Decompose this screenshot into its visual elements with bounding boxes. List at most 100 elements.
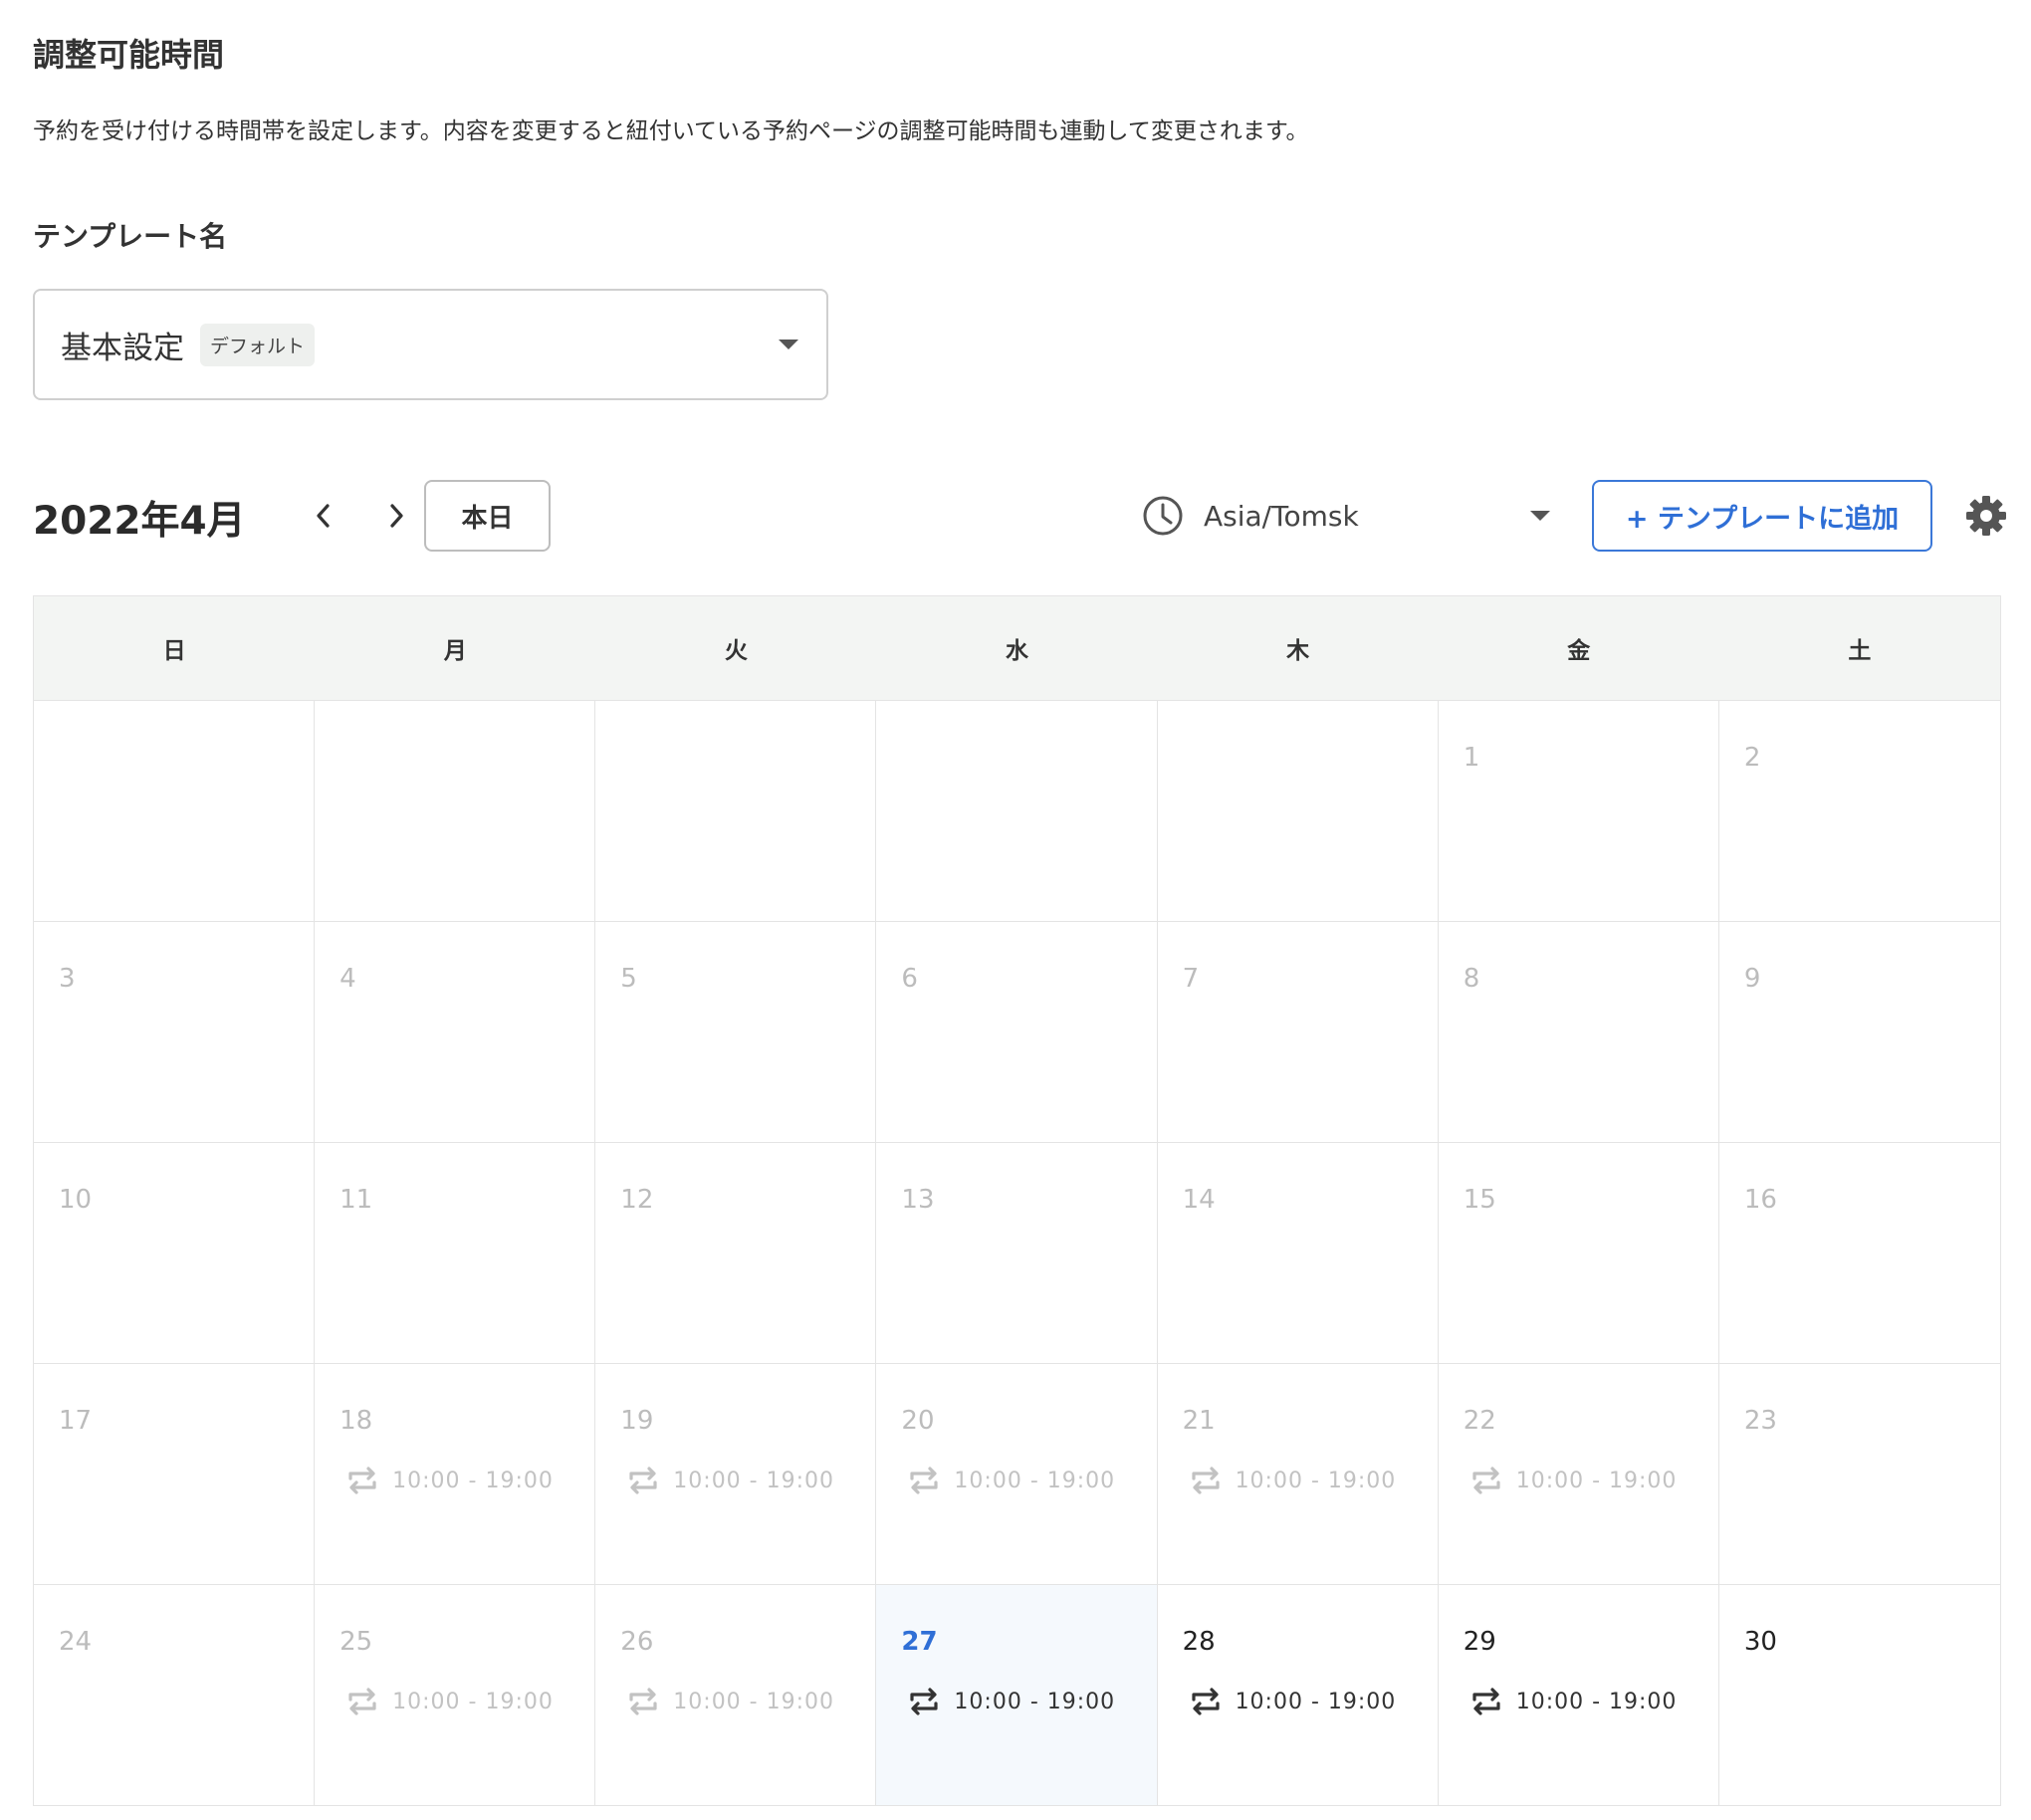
calendar-day-cell[interactable]: 21 10:00 - 19:00	[1158, 1364, 1439, 1584]
calendar-week-row: 24 25 10:00 - 19:00 26 10:00 - 19:00 27 10:…	[34, 1585, 2000, 1805]
calendar-week-row: 12	[34, 701, 2000, 922]
calendar-day-cell[interactable]: 5	[595, 922, 877, 1142]
day-number: 2	[1743, 743, 1761, 773]
weekday-sat: 土	[1848, 638, 1872, 664]
prev-month-button[interactable]	[304, 496, 343, 536]
weekday-tue: 火	[724, 638, 748, 664]
slot-time-range: 10:00 - 19:00	[673, 1468, 835, 1493]
repeat-icon	[1191, 1467, 1220, 1494]
day-number: 28	[1182, 1627, 1216, 1657]
calendar-day-cell[interactable]: 25 10:00 - 19:00	[315, 1585, 596, 1805]
calendar-week-row: 10 11 12 13 14 15 16	[34, 1143, 2000, 1364]
day-number: 18	[339, 1406, 373, 1436]
availability-slot[interactable]: 10:00 - 19:00	[344, 1684, 554, 1719]
chevron-right-icon	[390, 504, 403, 528]
template-select[interactable]: 基本設定 デフォルト	[33, 289, 828, 400]
day-number: 9	[1743, 964, 1761, 994]
day-number: 15	[1463, 1185, 1496, 1215]
calendar-day-cell[interactable]: 1	[1439, 701, 1719, 921]
calendar-day-cell[interactable]: 18 10:00 - 19:00	[315, 1364, 596, 1584]
calendar-day-cell[interactable]: 20 10:00 - 19:00	[876, 1364, 1158, 1584]
slot-time-range: 10:00 - 19:00	[954, 1689, 1116, 1714]
day-number: 23	[1743, 1406, 1777, 1436]
calendar-day-cell[interactable]: 17	[34, 1364, 316, 1584]
weekday-wed: 水	[1005, 638, 1028, 664]
availability-slot[interactable]: 10:00 - 19:00	[625, 1684, 834, 1719]
day-number: 13	[901, 1185, 935, 1215]
day-number: 5	[620, 964, 637, 994]
availability-slot[interactable]: 10:00 - 19:00	[344, 1463, 554, 1498]
template-label: テンプレート名	[33, 220, 228, 253]
availability-slot[interactable]: 10:00 - 19:00	[1188, 1684, 1397, 1719]
calendar-empty-cell	[1158, 701, 1439, 921]
day-number: 27	[901, 1627, 938, 1657]
weekday-header: 日 月 火 水 木 金 土	[34, 596, 2000, 701]
weekday-sun: 日	[162, 638, 186, 664]
repeat-icon	[629, 1688, 657, 1715]
repeat-icon	[1191, 1688, 1220, 1715]
slot-time-range: 10:00 - 19:00	[954, 1468, 1116, 1493]
slot-time-range: 10:00 - 19:00	[1515, 1468, 1678, 1493]
calendar-day-cell[interactable]: 24	[34, 1585, 316, 1805]
gear-icon[interactable]	[1964, 494, 2008, 538]
calendar-day-cell[interactable]: 11	[315, 1143, 596, 1363]
day-number: 16	[1743, 1185, 1777, 1215]
calendar-day-cell[interactable]: 7	[1158, 922, 1439, 1142]
day-number: 3	[59, 964, 76, 994]
caret-down-icon	[1530, 511, 1550, 521]
day-number: 10	[59, 1185, 93, 1215]
day-number: 26	[620, 1627, 654, 1657]
month-title: 2022年4月	[33, 499, 246, 544]
day-number: 22	[1463, 1406, 1496, 1436]
day-number: 24	[59, 1627, 93, 1657]
availability-slot[interactable]: 10:00 - 19:00	[625, 1463, 834, 1498]
availability-slot[interactable]: 10:00 - 19:00	[906, 1684, 1115, 1719]
availability-slot[interactable]: 10:00 - 19:00	[906, 1463, 1115, 1498]
calendar-day-cell[interactable]: 23	[1719, 1364, 2000, 1584]
day-number: 30	[1743, 1627, 1777, 1657]
slot-time-range: 10:00 - 19:00	[1235, 1689, 1397, 1714]
calendar-day-cell[interactable]: 12	[595, 1143, 877, 1363]
calendar-day-cell[interactable]: 6	[876, 922, 1158, 1142]
calendar-day-cell[interactable]: 14	[1158, 1143, 1439, 1363]
calendar-day-cell[interactable]: 30	[1719, 1585, 2000, 1805]
weekday-fri: 金	[1567, 638, 1591, 664]
calendar-day-cell[interactable]: 15	[1439, 1143, 1719, 1363]
day-number: 19	[620, 1406, 654, 1436]
repeat-icon	[1472, 1688, 1500, 1715]
calendar-day-cell[interactable]: 8	[1439, 922, 1719, 1142]
calendar-day-cell[interactable]: 13	[876, 1143, 1158, 1363]
calendar-day-cell[interactable]: 3	[34, 922, 316, 1142]
timezone-select[interactable]: Asia/Tomsk	[1142, 480, 1550, 552]
calendar-day-cell[interactable]: 27 10:00 - 19:00	[876, 1585, 1158, 1805]
calendar-day-cell[interactable]: 10	[34, 1143, 316, 1363]
day-number: 8	[1463, 964, 1480, 994]
add-to-template-button[interactable]: + テンプレートに追加	[1592, 480, 1932, 552]
calendar-day-cell[interactable]: 2	[1719, 701, 2000, 921]
calendar-day-cell[interactable]: 16	[1719, 1143, 2000, 1363]
today-button[interactable]: 本日	[424, 480, 551, 552]
weekday-thu: 木	[1286, 638, 1310, 664]
calendar-week-row: 17 18 10:00 - 19:00 19 10:00 - 19:00 20 10:…	[34, 1364, 2000, 1585]
calendar-day-cell[interactable]: 4	[315, 922, 596, 1142]
availability-slot[interactable]: 10:00 - 19:00	[1468, 1463, 1678, 1498]
day-number: 14	[1182, 1185, 1216, 1215]
weekday-mon: 月	[443, 638, 467, 664]
next-month-button[interactable]	[376, 496, 416, 536]
calendar-day-cell[interactable]: 19 10:00 - 19:00	[595, 1364, 877, 1584]
availability-slot[interactable]: 10:00 - 19:00	[1468, 1684, 1678, 1719]
calendar-day-cell[interactable]: 29 10:00 - 19:00	[1439, 1585, 1719, 1805]
calendar-day-cell[interactable]: 28 10:00 - 19:00	[1158, 1585, 1439, 1805]
calendar-day-cell[interactable]: 22 10:00 - 19:00	[1439, 1364, 1719, 1584]
repeat-icon	[629, 1467, 657, 1494]
calendar-day-cell[interactable]: 26 10:00 - 19:00	[595, 1585, 877, 1805]
chevron-left-icon	[317, 504, 330, 528]
calendar-empty-cell	[876, 701, 1158, 921]
page-title: 調整可能時間	[33, 36, 225, 74]
month-calendar: 日 月 火 水 木 金 土 1 2 3 4 5 6 7 8 9 10 11 12 13 14 15 16 17 1…	[33, 595, 2001, 1806]
day-number: 1	[1463, 743, 1480, 773]
availability-slot[interactable]: 10:00 - 19:00	[1188, 1463, 1397, 1498]
day-number: 11	[339, 1185, 373, 1215]
day-number: 25	[339, 1627, 373, 1657]
calendar-day-cell[interactable]: 9	[1719, 922, 2000, 1142]
